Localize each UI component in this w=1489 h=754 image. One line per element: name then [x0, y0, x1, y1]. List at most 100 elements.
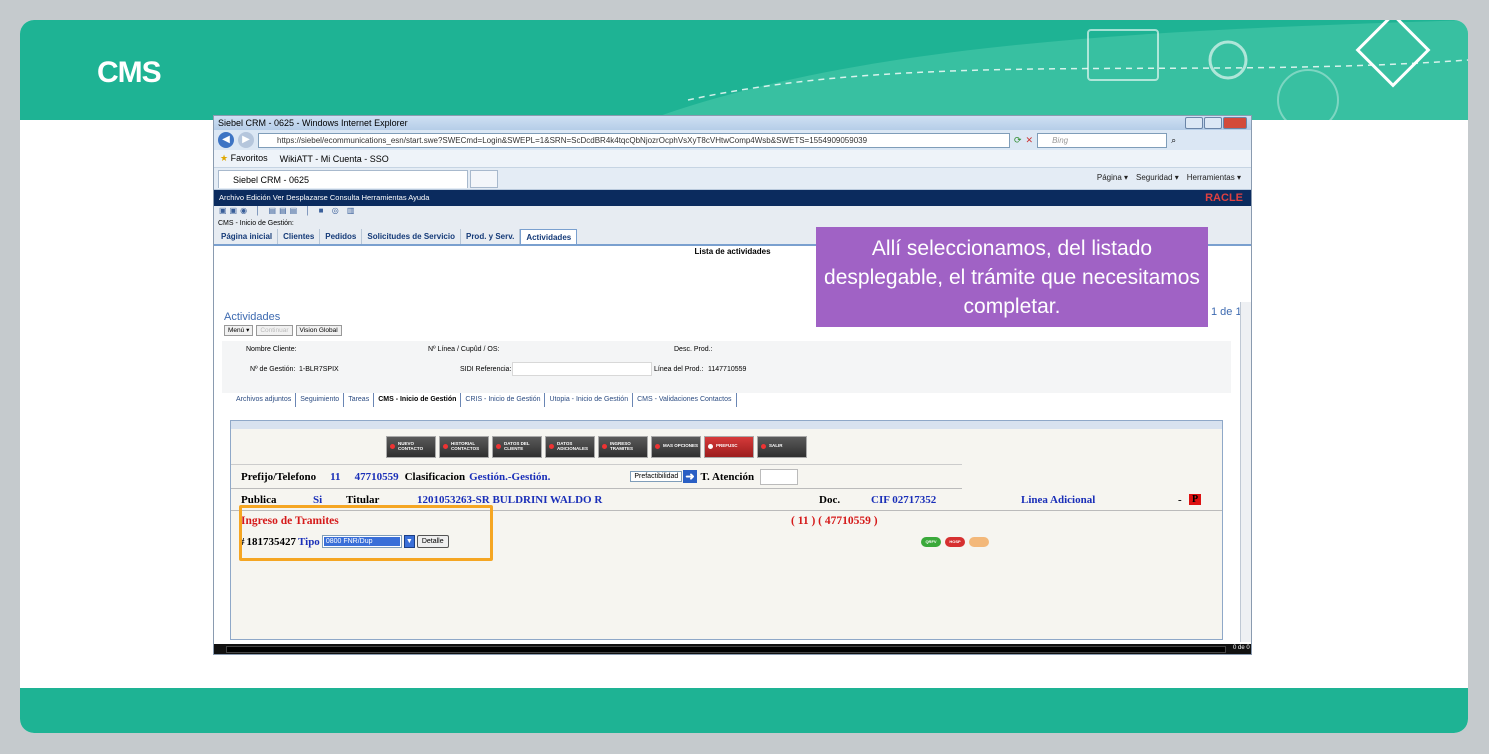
historial-button[interactable]: HISTORIAL CONTACTOS — [439, 435, 489, 458]
vtab-cms-validaciones[interactable]: CMS - Validaciones Contactos — [633, 393, 737, 407]
vision-global-button[interactable]: Vision Global — [295, 325, 342, 336]
vertical-scrollbar[interactable] — [1240, 302, 1251, 642]
status-pills: QRFV HOSP — [921, 537, 989, 547]
vtab-utopia[interactable]: Utopia - Inicio de Gestión — [545, 393, 634, 407]
red-dot-icon — [549, 444, 554, 449]
qrfv-pill[interactable]: QRFV — [921, 537, 941, 547]
search-icon[interactable]: ⌕ — [1171, 135, 1176, 146]
tab-pedidos[interactable]: Pedidos — [320, 229, 363, 244]
window-titlebar: Siebel CRM - 0625 - Windows Internet Exp… — [214, 116, 1251, 130]
horizontal-scrollbar[interactable] — [214, 644, 1251, 654]
vtab-archivos[interactable]: Archivos adjuntos — [232, 393, 297, 407]
publica-label: Publica — [241, 493, 277, 506]
siebel-toolbar[interactable]: ▣▣◉ │ ▤▤▤ │ ■ ◎ ▥ — [214, 206, 1251, 220]
doc-value: CIF 02717352 — [871, 493, 937, 506]
btn-label: MAS OPCIONES — [663, 443, 699, 449]
red-dot-icon — [602, 444, 607, 449]
hosp-pill[interactable]: HOSP — [945, 537, 965, 547]
menu-button[interactable]: Menú ▾ — [224, 325, 254, 336]
titular-value: 1201053263-SR BULDRINI WALDO R — [417, 493, 603, 506]
prefijo-value: 11 — [330, 470, 341, 483]
cmd-seguridad[interactable]: Seguridad ▾ — [1136, 173, 1179, 182]
highlight-box — [239, 505, 493, 561]
vtab-cms-inicio[interactable]: CMS - Inicio de Gestión — [374, 393, 462, 407]
activities-applet: Actividades Menú ▾ Continuar Vision Glob… — [214, 310, 1239, 644]
arrow-right-icon[interactable]: ➜ — [683, 470, 697, 483]
browser-tabs: Siebel CRM - 0625 Página ▾ Seguridad ▾ H… — [214, 168, 1251, 190]
nuevo-contacto-button[interactable]: NUEVO CONTACTO — [386, 435, 436, 458]
close-icon[interactable] — [1223, 117, 1247, 129]
siebel-menubar: Archivo Edición Ver Desplazarse Consulta… — [214, 190, 1251, 206]
crm-button-row: NUEVO CONTACTO HISTORIAL CONTACTOS DATOS… — [231, 429, 962, 465]
new-tab-button[interactable] — [470, 169, 498, 188]
scroll-thumb[interactable] — [226, 646, 1226, 653]
window-title: Siebel CRM - 0625 - Windows Internet Exp… — [218, 118, 408, 128]
clasificacion-label: Clasificacion — [404, 470, 466, 483]
gestion-label: Nº de Gestión: — [250, 366, 296, 373]
cmd-pagina[interactable]: Página ▾ — [1097, 173, 1128, 182]
back-icon[interactable]: ◀ — [218, 132, 234, 148]
btn-label: SALIR — [769, 443, 783, 449]
decorative-icons — [648, 20, 1468, 120]
star-icon: ★ — [220, 153, 229, 163]
maximize-icon[interactable] — [1204, 117, 1222, 129]
address-row: ◀ ▶ https://siebel/ecommunications_esn/s… — [214, 130, 1251, 150]
refresh-icon[interactable]: ⟳ — [1014, 135, 1022, 146]
ingreso-tramites-button[interactable]: INGRESO TRAMITES — [598, 435, 648, 458]
salir-button[interactable]: SALIR — [757, 435, 807, 458]
nombre-cliente-label: Nombre Cliente: — [246, 346, 297, 353]
vtab-tareas[interactable]: Tareas — [344, 393, 375, 407]
vtab-seguimiento[interactable]: Seguimiento — [296, 393, 345, 407]
mas-opciones-button[interactable]: MAS OPCIONES — [651, 435, 701, 458]
publica-value: Si — [313, 493, 323, 506]
btn-label: DATOS ADICIONALES — [557, 441, 589, 451]
titular-label: Titular — [346, 493, 380, 506]
address-bar[interactable]: https://siebel/ecommunications_esn/start… — [258, 132, 1010, 148]
minimize-icon[interactable] — [1185, 117, 1203, 129]
linea-prod-label: Línea del Prod.: — [654, 366, 704, 373]
activity-form: Nombre Cliente: Nº Línea / Cupûd / OS: D… — [222, 341, 1231, 393]
tab-pagina-inicial[interactable]: Página inicial — [216, 229, 279, 244]
tab-solicitudes[interactable]: Solicitudes de Servicio — [362, 229, 461, 244]
favorites-bar: ★ Favoritos WikiATT - Mi Cuenta - SSO — [214, 150, 1251, 168]
flag-icon[interactable]: P — [1189, 494, 1202, 505]
btn-label: PREFUSC — [716, 443, 738, 449]
favorites-button[interactable]: ★ Favoritos — [220, 153, 268, 164]
forward-icon[interactable]: ▶ — [238, 132, 254, 148]
atencion-label: T. Atención — [700, 470, 755, 483]
browser-tab[interactable]: Siebel CRM - 0625 — [218, 169, 468, 188]
header-band: CMS — [20, 20, 1468, 120]
search-input[interactable]: Bing — [1037, 132, 1168, 148]
tab-prod-serv[interactable]: Prod. y Serv. — [461, 229, 521, 244]
prefusc-button[interactable]: PREFUSC — [704, 435, 754, 458]
siebel-menu-items[interactable]: Archivo Edición Ver Desplazarse Consulta… — [219, 193, 429, 202]
footer-pager: 0 de 0 — [1233, 645, 1250, 651]
continuar-button: Continuar — [256, 325, 293, 336]
atencion-field[interactable] — [760, 468, 799, 485]
slide-title: CMS — [97, 56, 162, 89]
command-bar: Página ▾ Seguridad ▾ Herramientas ▾ — [1097, 173, 1241, 182]
window-controls — [1185, 117, 1247, 129]
vtab-cris[interactable]: CRIS - Inicio de Gestión — [461, 393, 546, 407]
btn-label: INGRESO TRAMITES — [610, 441, 633, 451]
favorite-link[interactable]: WikiATT - Mi Cuenta - SSO — [280, 154, 389, 164]
white-dot-icon — [708, 444, 713, 449]
linea-prod-value: 1147710559 — [708, 366, 747, 373]
tab-clientes[interactable]: Clientes — [278, 229, 321, 244]
stop-icon[interactable]: ✕ — [1026, 135, 1034, 146]
footer-band — [20, 688, 1468, 733]
tab-actividades[interactable]: Actividades — [520, 229, 578, 244]
orange-pill[interactable] — [969, 537, 989, 547]
btn-label: DATOS DEL CLIENTE — [504, 441, 530, 451]
sidi-field[interactable] — [512, 362, 652, 376]
datos-cliente-button[interactable]: DATOS DEL CLIENTE — [492, 435, 542, 458]
sidi-label: SIDI Referencia: — [460, 366, 512, 373]
datos-adicionales-button[interactable]: DATOS ADICIONALES — [545, 435, 595, 458]
red-dot-icon — [761, 444, 766, 449]
panel-bar — [231, 421, 1222, 429]
btn-label: HISTORIAL CONTACTOS — [451, 441, 480, 451]
cmd-herramientas[interactable]: Herramientas ▾ — [1187, 173, 1241, 182]
prefactibilidad-field[interactable]: Prefactibilidad — [630, 471, 683, 482]
desc-prod-label: Desc. Prod.: — [674, 346, 713, 353]
oracle-logo: RACLE — [1205, 192, 1243, 204]
